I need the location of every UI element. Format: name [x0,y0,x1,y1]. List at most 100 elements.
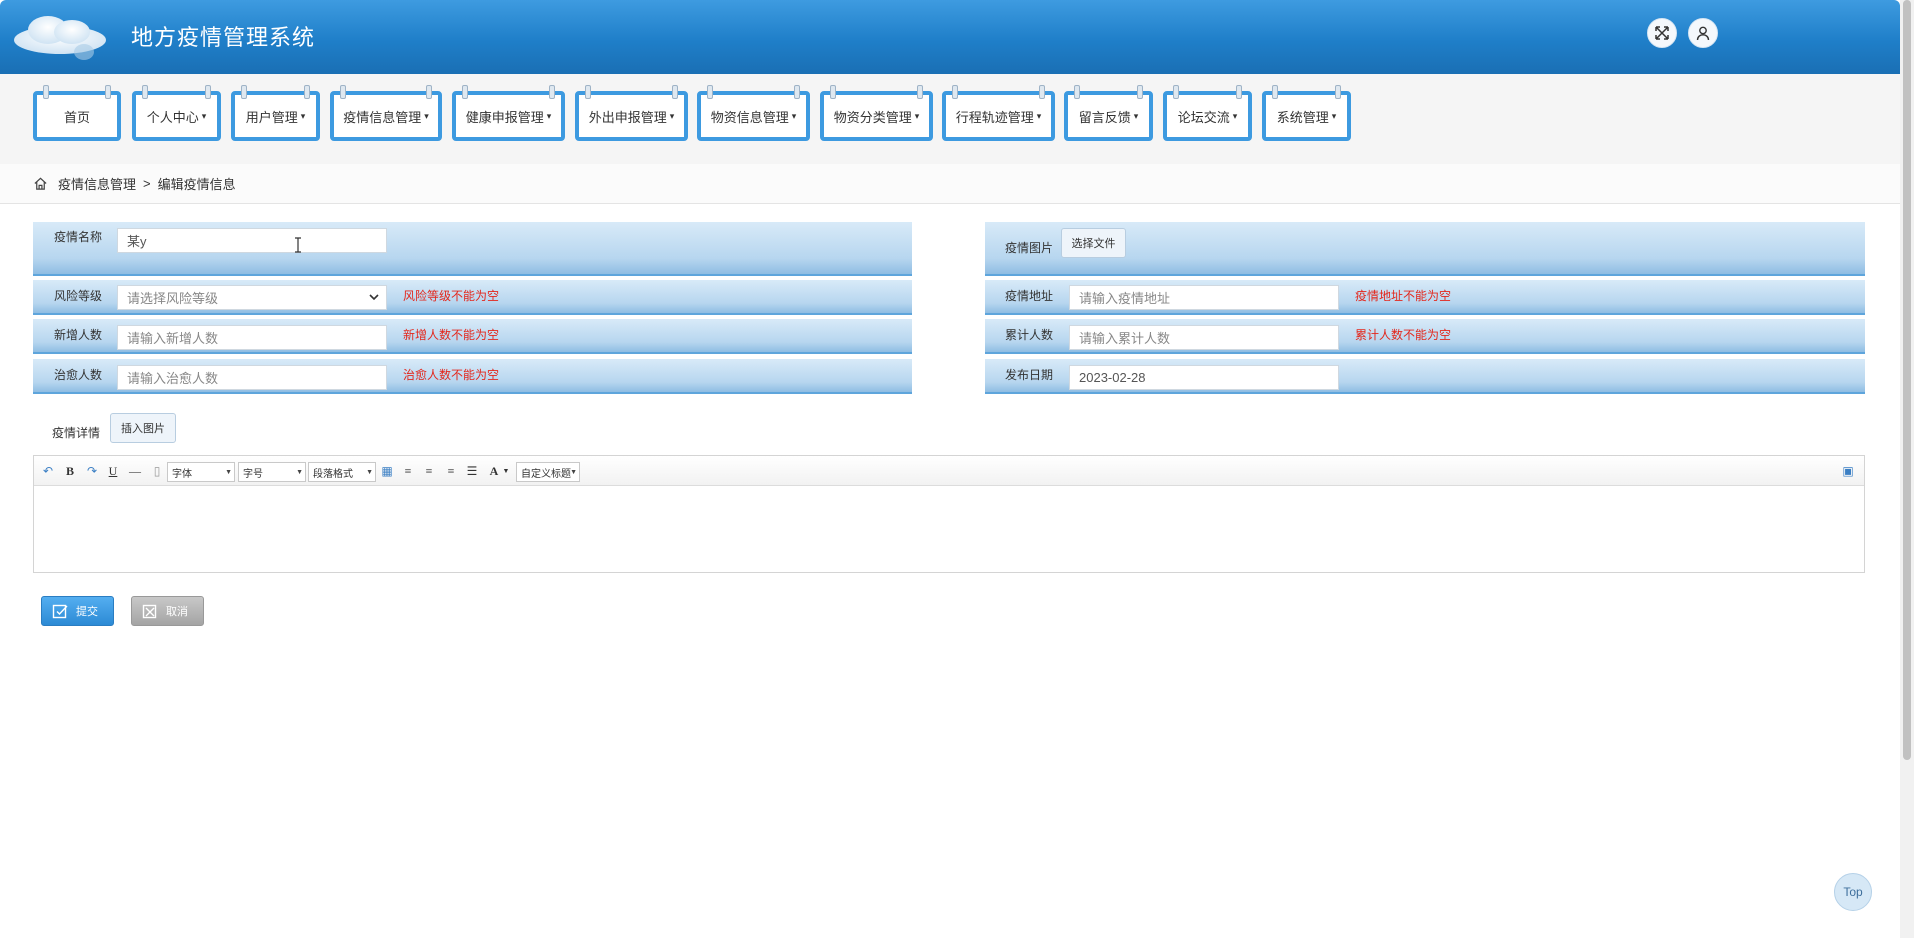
undo-icon[interactable]: ↶ [40,463,56,479]
nav-feedback[interactable]: 留言反馈 ▾ [1064,85,1153,141]
nav-label: 系统管理 [1276,109,1329,125]
total-label: 累计人数 [1005,328,1054,342]
user-menu-button[interactable] [1688,18,1718,48]
risk-select-value: 请选择风险等级 [127,291,219,306]
nav-epidemic-management[interactable]: 疫情信息管理 ▾ [330,85,442,141]
cured-label: 治愈人数 [54,368,103,382]
caret-down-icon: ▾ [791,110,797,121]
vertical-scrollbar[interactable] [1900,0,1914,938]
new-cases-input[interactable]: 请输入新增人数 [117,325,387,350]
align-justify-icon[interactable]: ☰ [464,463,480,479]
risk-label: 风险等级 [54,289,103,303]
breadcrumb-separator: > [143,176,151,191]
home-icon[interactable] [33,176,48,191]
app-header: 地方疫情管理系统 [0,0,1900,74]
caret-down-icon: ▾ [201,110,207,121]
detail-label: 疫情详情 [52,426,101,440]
nav-label: 外出申报管理 [588,109,667,125]
nav-health-report[interactable]: 健康申报管理 ▾ [452,85,565,141]
dropdown-arrow-icon: ▼ [570,469,577,476]
back-to-top-button[interactable]: Top [1834,873,1872,911]
font-color-arrow-icon[interactable]: ▼ [498,463,514,479]
image-label: 疫情图片 [1005,241,1054,255]
cancel-x-icon [142,604,157,619]
paragraph-format-select[interactable]: 段落格式 ▼ [308,462,376,482]
total-input[interactable]: 请输入累计人数 [1069,325,1339,350]
total-error: 累计人数不能为空 [1355,328,1452,342]
nav-personal-center[interactable]: 个人中心 ▾ [132,85,221,141]
text-cursor-icon [295,237,301,253]
risk-select[interactable]: 请选择风险等级 [117,285,387,310]
caret-down-icon: ▾ [914,110,920,121]
address-error: 疫情地址不能为空 [1355,289,1452,303]
address-label: 疫情地址 [1005,289,1054,303]
cloud-logo-icon [14,16,106,60]
app-title: 地方疫情管理系统 [131,25,316,50]
caret-down-icon: ▾ [424,110,429,121]
address-input[interactable]: 请输入疫情地址 [1069,285,1339,310]
fullscreen-button[interactable] [1647,18,1677,48]
nav-label: 健康申报管理 [465,109,544,125]
custom-title-select[interactable]: 自定义标题 ▼ [516,462,580,482]
nav-label: 首页 [63,109,90,125]
submit-label: 提交 [76,606,98,618]
rich-text-editor: ↶ B ↷ U — ▯ 字体 ▼ 字号 ▼ 段落格式 ▼ ▦ ≡ ≡ ≡ ☰ A ▼ … [33,455,1865,573]
underline-button[interactable]: U [105,463,121,479]
dropdown-arrow-icon: ▼ [225,469,232,476]
custom-title-value: 自定义标题 [521,468,571,480]
edit-check-icon [52,604,68,619]
insert-image-button[interactable]: 插入图片 [110,413,176,443]
caret-down-icon: ▾ [1331,110,1337,121]
align-center-icon[interactable]: ≡ [443,463,459,479]
date-input[interactable]: 2023-02-28 [1069,365,1339,390]
date-label: 发布日期 [1005,368,1054,382]
nav-label: 用户管理 [245,109,298,125]
fullscreen-editor-icon[interactable]: ▣ [1840,463,1856,479]
font-family-select[interactable]: 字体 ▼ [167,462,235,482]
table-icon[interactable]: ▦ [379,463,395,479]
scrollbar-thumb[interactable] [1903,0,1911,760]
submit-button[interactable]: 提交 [41,596,114,626]
nav-label: 疫情信息管理 [343,109,422,125]
nav-label: 物资分类管理 [833,109,912,125]
caret-down-icon: ▾ [669,110,675,121]
expand-icon [1655,26,1669,40]
redo-icon[interactable]: ↷ [84,463,100,479]
user-icon [1696,26,1710,41]
nav-home[interactable]: 首页 [33,85,121,141]
editor-content-area[interactable] [34,486,1864,572]
align-right-icon[interactable]: ≡ [421,463,437,479]
choose-file-button[interactable]: 选择文件 [1061,228,1126,258]
nav-forum[interactable]: 论坛交流 ▾ [1163,85,1252,141]
dropdown-arrow-icon: ▼ [366,469,373,476]
cured-input[interactable]: 请输入治愈人数 [117,365,387,390]
nav-label: 物资信息管理 [710,109,789,125]
document-icon[interactable]: ▯ [149,463,165,479]
name-input[interactable]: 某y [117,228,387,253]
font-size-select[interactable]: 字号 ▼ [238,462,306,482]
nav-outing-report[interactable]: 外出申报管理 ▾ [575,85,688,141]
nav-system[interactable]: 系统管理 ▾ [1262,85,1351,141]
nav-label: 论坛交流 [1177,109,1230,125]
bold-button[interactable]: B [62,463,78,479]
breadcrumb-section[interactable]: 疫情信息管理 [58,174,136,193]
caret-down-icon: ▾ [1036,110,1042,121]
nav-label: 行程轨迹管理 [955,109,1034,125]
nav-label: 留言反馈 [1078,109,1131,125]
caret-down-icon: ▾ [300,110,306,121]
font-family-value: 字体 [172,468,192,480]
cancel-label: 取消 [166,606,188,618]
horizontal-rule-icon[interactable]: — [127,463,143,479]
nav-supply-category[interactable]: 物资分类管理 ▾ [820,85,933,141]
caret-down-icon: ▾ [1232,110,1238,121]
nav-trajectory[interactable]: 行程轨迹管理 ▾ [942,85,1055,141]
cured-error: 治愈人数不能为空 [403,368,500,382]
font-size-value: 字号 [243,468,263,480]
cancel-button[interactable]: 取消 [131,596,204,626]
nav-supply-info[interactable]: 物资信息管理 ▾ [697,85,810,141]
nav-user-management[interactable]: 用户管理 ▾ [231,85,320,141]
align-left-icon[interactable]: ≡ [400,463,416,479]
chevron-down-icon [369,294,379,301]
name-label: 疫情名称 [54,230,103,244]
new-cases-label: 新增人数 [54,328,103,342]
